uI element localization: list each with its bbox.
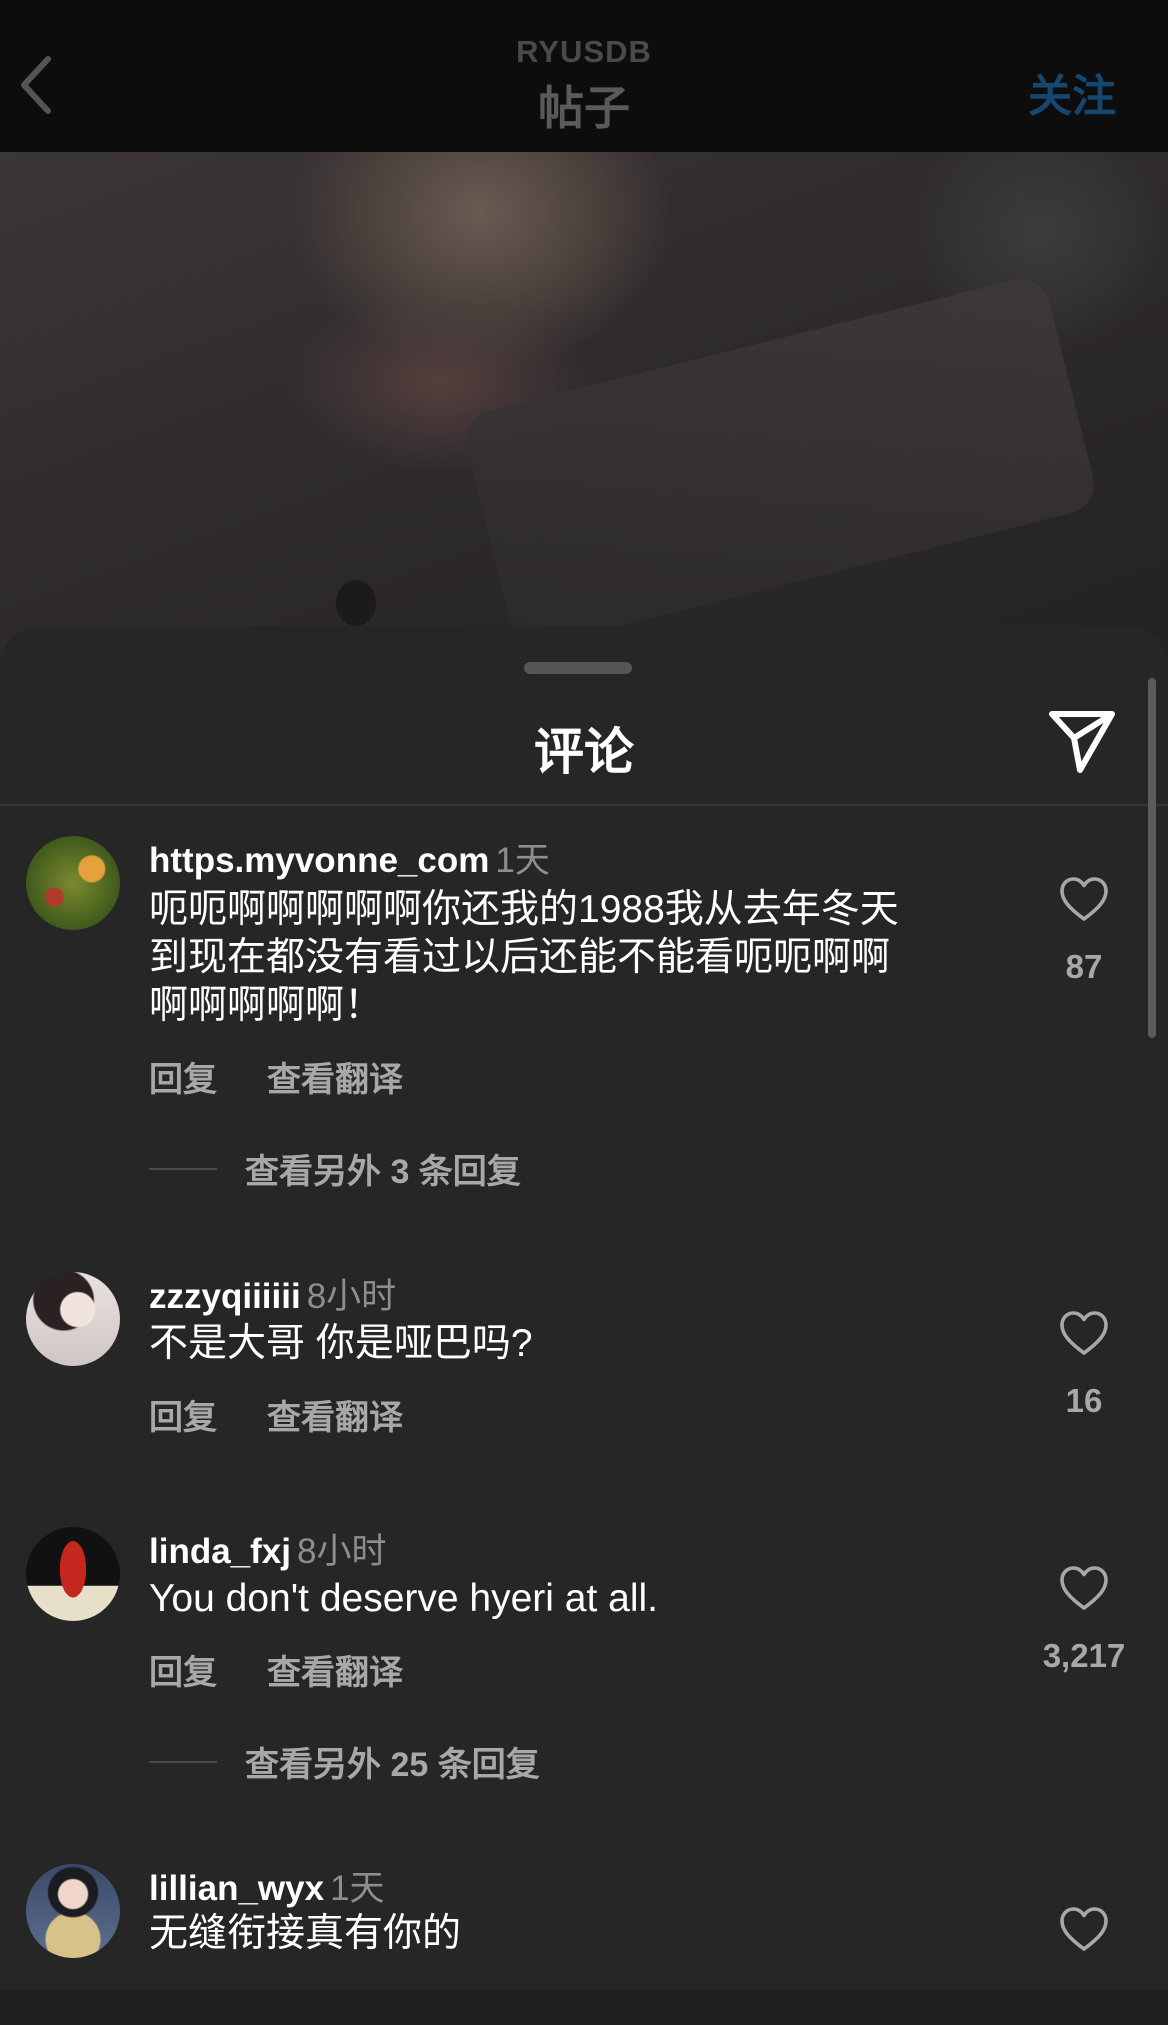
paper-plane-icon [1049, 711, 1115, 773]
like-group [1040, 1906, 1128, 1952]
heart-outline-icon[interactable] [1059, 1565, 1109, 1611]
like-count: 16 [1065, 1382, 1103, 1419]
avatar[interactable] [26, 1864, 120, 1958]
comment-header: linda_fxj 8小时 [149, 1523, 386, 1574]
view-more-replies-label: 查看另外 3 条回复 [245, 1153, 521, 1191]
comment-actions: 回复 查看翻译 [149, 1390, 403, 1439]
comment-username[interactable]: zzzyqiiiiii [149, 1277, 301, 1316]
comment-text: 无缝衔接真有你的 [149, 1912, 462, 1955]
like-group: 16 [1040, 1310, 1128, 1420]
view-more-replies[interactable]: 查看另外 3 条回复 [149, 1144, 521, 1193]
header-divider [0, 804, 1168, 806]
comment-time: 1天 [495, 841, 550, 880]
like-group: 3,217 [1040, 1565, 1128, 1675]
comment-text: You don't deserve hyeri at all. [149, 1577, 658, 1620]
like-group: 87 [1040, 876, 1128, 986]
reply-button[interactable]: 回复 [149, 1052, 217, 1101]
translate-button[interactable]: 查看翻译 [267, 1390, 403, 1439]
replies-line [149, 1167, 217, 1170]
comment-actions: 回复 查看翻译 [149, 1052, 403, 1101]
comment-time: 8小时 [306, 1277, 397, 1316]
share-button[interactable] [1046, 704, 1118, 776]
post-image [0, 152, 1168, 672]
sheet-drag-handle[interactable] [524, 662, 632, 674]
like-count: 87 [1065, 948, 1103, 985]
view-more-replies[interactable]: 查看另外 25 条回复 [149, 1737, 540, 1786]
post-image-collar [459, 272, 1101, 652]
comment-header: lillian_wyx 1天 [149, 1860, 385, 1911]
comments-title: 评论 [534, 724, 634, 780]
comment-header: https.myvonne_com 1天 [149, 832, 550, 883]
comment-time: 8小时 [296, 1532, 387, 1571]
heart-outline-icon[interactable] [1059, 876, 1109, 922]
account-name[interactable]: RYUSDB [0, 34, 1168, 70]
comment-text: 呃呃啊啊啊啊啊你还我的1988我从去年冬天 到现在都没有看过以后还能不能看呃呃啊… [149, 888, 899, 1027]
translate-button[interactable]: 查看翻译 [267, 1052, 403, 1101]
page-title: 帖子 [538, 82, 630, 134]
comment-header: zzzyqiiiiii 8小时 [149, 1268, 396, 1319]
avatar[interactable] [26, 836, 120, 930]
post-image-shirt-button [336, 580, 376, 626]
comment-username[interactable]: linda_fxj [149, 1532, 291, 1571]
comment-username[interactable]: lillian_wyx [149, 1869, 324, 1908]
heart-outline-icon[interactable] [1059, 1310, 1109, 1356]
like-count: 3,217 [1042, 1637, 1126, 1674]
follow-button[interactable]: 关注 [1028, 60, 1116, 124]
reply-button[interactable]: 回复 [149, 1390, 217, 1439]
reply-button[interactable]: 回复 [149, 1645, 217, 1694]
translate-button[interactable]: 查看翻译 [267, 1645, 403, 1694]
comment-username[interactable]: https.myvonne_com [149, 841, 489, 880]
comment-time: 1天 [330, 1869, 385, 1908]
top-nav-bar: RYUSDB 帖子 关注 [0, 0, 1168, 152]
scrollbar[interactable] [1148, 678, 1156, 1038]
comment-input-area-edge [0, 1990, 1168, 2025]
comment-actions: 回复 查看翻译 [149, 1645, 403, 1694]
replies-line [149, 1760, 217, 1763]
avatar[interactable] [26, 1272, 120, 1366]
heart-outline-icon[interactable] [1059, 1906, 1109, 1952]
view-more-replies-label: 查看另外 25 条回复 [245, 1746, 540, 1784]
comment-text: 不是大哥 你是哑巴吗? [149, 1322, 533, 1365]
avatar[interactable] [26, 1527, 120, 1621]
